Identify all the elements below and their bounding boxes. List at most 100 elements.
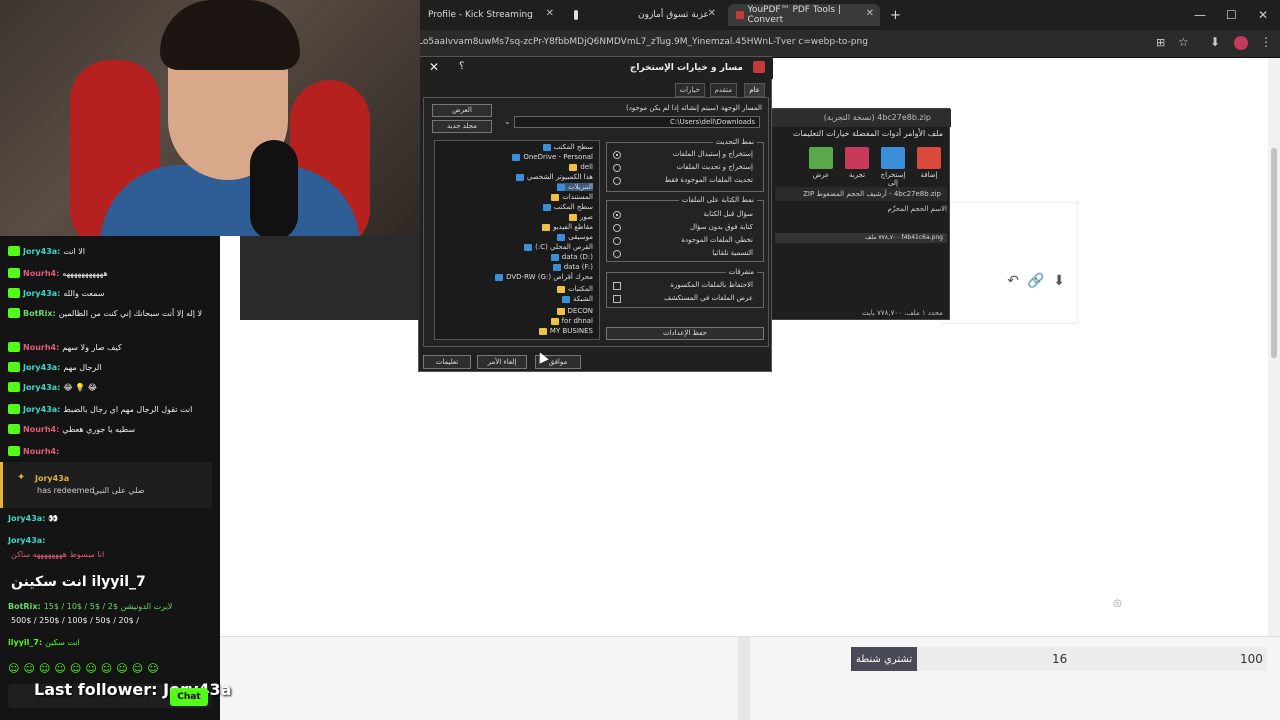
archive-path[interactable]: 4bc27e8b.zip - أرشيف الحجم المضغوط ZIP xyxy=(775,187,947,201)
tab-general[interactable]: عام xyxy=(744,83,765,97)
tree-item[interactable]: for dhnal xyxy=(550,317,593,325)
destination-path-input[interactable]: C:\Users\dell\Downloads xyxy=(514,116,760,128)
tree-item[interactable]: المكتبات xyxy=(557,285,593,293)
folder-tree[interactable]: سطح المكتب OneDrive - Personal dell هذا … xyxy=(434,140,600,340)
dropdown-chevron-icon[interactable]: ⌄ xyxy=(504,117,511,126)
radio-overwrite-2[interactable] xyxy=(613,237,621,245)
radio-overwrite-1[interactable] xyxy=(613,224,621,232)
profile-avatar[interactable] xyxy=(1234,36,1248,50)
tool-add[interactable]: إضافة xyxy=(915,147,943,187)
destination-label: المسار الوجهة (سيتم إنشائه إذا لم يكن مو… xyxy=(625,104,762,112)
menu-dots-icon[interactable]: ⋮ xyxy=(1260,35,1272,49)
chat-username[interactable]: BotRix: xyxy=(23,309,56,318)
chat-send-button[interactable]: Chat xyxy=(170,688,208,706)
close-icon[interactable]: ✕ xyxy=(708,8,716,19)
new-tab-button[interactable]: + xyxy=(882,4,902,26)
cancel-button[interactable]: إلغاء الأمر xyxy=(477,355,527,369)
new-folder-button[interactable]: مجلد جديد xyxy=(432,120,492,133)
extract-folder-icon xyxy=(881,147,905,169)
tab-options[interactable]: خيارات xyxy=(674,83,705,97)
bookmark-star-icon[interactable]: ☆ xyxy=(1178,35,1189,49)
chat-username[interactable]: Jory43a: xyxy=(23,363,60,372)
tab-advanced[interactable]: متقدم xyxy=(709,83,737,97)
checkbox-keep-broken[interactable] xyxy=(613,282,621,290)
radio-overwrite-3[interactable] xyxy=(613,250,621,258)
maximize-button[interactable]: ☐ xyxy=(1226,8,1237,22)
tree-item[interactable]: DECON xyxy=(556,307,593,315)
chat-username[interactable]: ilyyil_7: xyxy=(8,638,42,647)
tree-item[interactable]: موسيقى xyxy=(557,233,593,241)
radio-update-2[interactable] xyxy=(613,177,621,185)
tree-item[interactable]: data (F:) xyxy=(552,263,593,271)
tree-item[interactable]: سطح المكتب xyxy=(542,203,593,211)
chat-username[interactable]: Nourh4: xyxy=(23,269,59,278)
chat-username[interactable]: Jory43a: xyxy=(23,405,60,414)
tree-item[interactable]: هذا الكمبيوتر الشخصي xyxy=(515,173,593,181)
tree-item[interactable]: dell xyxy=(569,163,593,171)
webcam-feed xyxy=(0,0,420,236)
close-icon[interactable]: ✕ xyxy=(429,60,439,74)
scroll-thumb[interactable] xyxy=(1271,148,1277,358)
file-row[interactable]: f4b41c6a.png ٧٧٨,٧٠٠ ملف xyxy=(775,233,947,243)
tree-item-selected[interactable]: التنزيلات xyxy=(557,183,593,191)
chat-message: Nourh4: هههههههههههه xyxy=(8,268,108,278)
chat-username[interactable]: Jory43a: xyxy=(23,383,60,392)
page-scrollbar[interactable] xyxy=(1268,58,1280,720)
radio-update-1[interactable] xyxy=(613,164,621,172)
tree-item[interactable]: MY BUSINES xyxy=(538,327,593,335)
badge-icon xyxy=(8,268,20,278)
tree-item[interactable]: data (D:) xyxy=(550,253,593,261)
tool-test[interactable]: تجربة xyxy=(843,147,871,187)
minimize-button[interactable]: — xyxy=(1194,8,1206,22)
chat-username[interactable]: Jory43a: xyxy=(8,536,45,545)
chat-text: 😂 💡 😂 xyxy=(63,382,98,392)
radio-overwrite-0[interactable] xyxy=(613,211,621,219)
tab-amazon[interactable]: عزبة تسوق أمازون ✕ xyxy=(630,4,722,26)
winrar-menubar[interactable]: ملف الأوامر أدوات المفضلة خيارات التعليم… xyxy=(793,129,943,138)
radio-update-0[interactable] xyxy=(613,151,621,159)
card-action-icons[interactable]: ↶ 🔗 ⬇ xyxy=(1007,273,1067,289)
chat-text: 👀 xyxy=(48,514,59,523)
checkbox-show-explorer[interactable] xyxy=(613,295,621,303)
url-field[interactable]: Lo5aaIvvam8uwMs7sq-zcPr-Y8fbbMDjQ6NMDVmL… xyxy=(418,37,1118,47)
quality-slider[interactable] xyxy=(917,647,1267,671)
tree-item[interactable]: صور xyxy=(569,213,593,221)
tree-label: هذا الكمبيوتر الشخصي xyxy=(526,173,593,181)
close-icon[interactable]: ✕ xyxy=(546,8,554,19)
tree-item[interactable]: سطح المكتب xyxy=(542,143,593,151)
tree-item[interactable]: المستندات xyxy=(551,193,593,201)
window-close-button[interactable]: ✕ xyxy=(1258,8,1268,22)
tree-item[interactable]: الشبكة xyxy=(561,295,593,303)
help-button[interactable]: تعليمات xyxy=(423,355,471,369)
tree-item[interactable]: مقاطع الفيديو xyxy=(542,223,593,231)
tree-label: القرص المحلي (C:) xyxy=(535,243,593,251)
tree-item[interactable]: OneDrive - Personal xyxy=(512,153,593,161)
translate-icon[interactable]: ⊞ xyxy=(1156,36,1165,49)
chat-username[interactable]: Jory43a: xyxy=(23,289,60,298)
microphone-icon xyxy=(250,140,298,236)
tree-item[interactable]: القرص المحلي (C:) xyxy=(524,243,593,251)
chat-text: انت تقول الرجال مهم اي رجال بالضبط xyxy=(63,404,193,414)
chat-username[interactable]: Jory43a: xyxy=(8,514,45,523)
chat-username[interactable]: Jory43a: xyxy=(23,247,60,256)
tool-view[interactable]: عرض xyxy=(807,147,835,187)
download-icon[interactable]: ⬇ xyxy=(1210,35,1220,49)
chat-username[interactable]: BotRix: xyxy=(8,602,41,611)
update-option-1: إستخراج و تحديث الملفات xyxy=(676,163,754,171)
save-settings-button[interactable]: حفظ الإعدادات xyxy=(606,327,764,340)
tab-kick-profile[interactable]: Profile - Kick Streaming ✕ xyxy=(420,4,560,26)
chat-username[interactable]: Nourh4: xyxy=(23,343,59,352)
tab-youpdf[interactable]: YouPDF™ PDF Tools | Convert ✕ xyxy=(728,4,880,26)
tool-extract-to[interactable]: إستخراج إلى xyxy=(879,147,907,187)
winrar-window[interactable]: 4bc27e8b.zip (نسخة التجربة) ملف الأوامر … xyxy=(770,108,951,320)
tab-blank[interactable] xyxy=(566,4,586,26)
chat-username[interactable]: Nourh4: xyxy=(23,425,59,434)
extraction-dialog[interactable]: مسار و خيارات الإستخراج ✕ ؟ عام متقدم خي… xyxy=(418,56,773,372)
cloud-icon xyxy=(512,153,521,161)
show-button[interactable]: العرض xyxy=(432,104,492,117)
help-icon[interactable]: ؟ xyxy=(459,61,464,72)
chat-username[interactable]: Nourh4: xyxy=(23,447,59,456)
tree-item[interactable]: محرك أقراص DVD-RW (G:) xyxy=(495,273,593,281)
close-icon[interactable]: ✕ xyxy=(866,8,874,19)
downloads-icon xyxy=(557,183,566,191)
